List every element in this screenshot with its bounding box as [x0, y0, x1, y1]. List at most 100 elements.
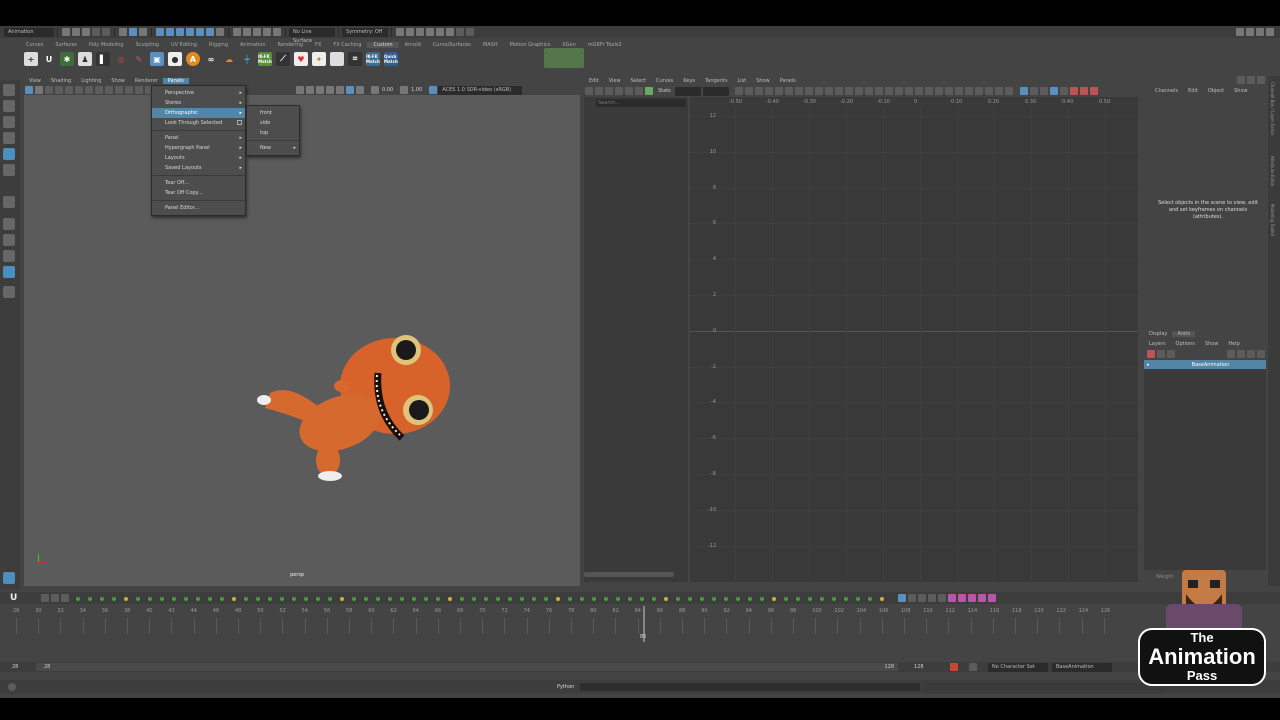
key-filter2-icon[interactable] [51, 594, 60, 602]
layer-tab-anim[interactable]: Anim [1172, 331, 1196, 337]
keyframe-marker[interactable] [328, 597, 333, 601]
graph-option3-icon[interactable] [1089, 87, 1098, 95]
graph-menu-select[interactable]: Select [626, 78, 651, 84]
playback-icon-d[interactable] [938, 594, 947, 602]
shelf-tab-poly-modeling[interactable]: Poly Modeling [83, 42, 130, 48]
layer-tab-display[interactable]: Display [1144, 331, 1172, 337]
keyframe-marker[interactable] [160, 597, 165, 601]
paint-select-icon[interactable] [3, 116, 15, 128]
select-surfaces-icon[interactable] [196, 28, 204, 36]
render-view-icon[interactable] [396, 28, 404, 36]
star-icon[interactable]: ✱ [60, 52, 74, 66]
layer-menu-layers[interactable]: Layers [1144, 341, 1171, 347]
keyframe-marker[interactable] [256, 597, 261, 601]
anim-layer-dropdown[interactable]: BaseAnimation [1052, 662, 1112, 672]
linear-extrap-icon[interactable] [964, 87, 973, 95]
keyframe-marker[interactable] [664, 597, 669, 601]
last-tool-icon[interactable] [3, 196, 15, 208]
keyframe-marker[interactable] [700, 597, 705, 601]
maya-logo-icon[interactable] [3, 572, 15, 584]
oscillate-icon[interactable] [954, 87, 963, 95]
keyframe-marker[interactable] [316, 597, 321, 601]
keyframe-marker[interactable] [880, 597, 885, 601]
stats-field-1[interactable] [674, 86, 701, 96]
graph-option-icon[interactable] [1069, 87, 1078, 95]
menu-item-panel-editor[interactable]: Panel Editor... [152, 203, 245, 213]
keyframe-marker[interactable] [772, 597, 777, 601]
playback-icon-b[interactable] [918, 594, 927, 602]
sphere-icon[interactable]: ● [168, 52, 182, 66]
keyframe-marker[interactable] [400, 597, 405, 601]
keyframe-marker[interactable] [496, 597, 501, 601]
pre-infinity-icon[interactable] [914, 87, 923, 95]
keyframe-marker[interactable] [100, 597, 105, 601]
graph-menu-show[interactable]: Show [751, 78, 775, 84]
menu-item-side[interactable]: side [247, 118, 299, 128]
anim-prefs-icon[interactable] [969, 663, 977, 671]
graph-menu-curves[interactable]: Curves [651, 78, 678, 84]
keyframe-marker[interactable] [508, 597, 513, 601]
shelf-tab-mgrfr-tools2[interactable]: mGRFr Tools2 [582, 42, 628, 48]
move-key-icon[interactable] [595, 87, 603, 95]
human-ik-icon[interactable]: ♟ [78, 52, 92, 66]
keyframe-marker[interactable] [832, 597, 837, 601]
cube-icon[interactable]: ▣ [150, 52, 164, 66]
gamma-value[interactable]: 1.00 [411, 87, 422, 93]
keyframe-marker[interactable] [724, 597, 729, 601]
layer-row-base-animation[interactable]: ▸ BaseAnimation [1144, 360, 1266, 369]
menu-item-stereo[interactable]: Stereo ▸ [152, 98, 245, 108]
keyframe-marker[interactable] [340, 597, 345, 601]
tween-icon[interactable]: ✎ [132, 52, 146, 66]
bookmark-icon[interactable] [45, 86, 53, 94]
keyframe-marker[interactable] [388, 597, 393, 601]
shelf-tab-rigging[interactable]: Rigging [203, 42, 234, 48]
layer-move-down-icon[interactable] [1237, 350, 1245, 358]
lasso-tool-icon[interactable] [3, 100, 15, 112]
help-icon[interactable] [8, 683, 16, 691]
keyframe-marker[interactable] [652, 597, 657, 601]
unify-tangent-icon[interactable] [844, 87, 853, 95]
layer-visibility-icon[interactable]: ▸ [1147, 362, 1155, 368]
keyframe-marker[interactable] [748, 597, 753, 601]
playback-icon-c[interactable] [928, 594, 937, 602]
keyframe-marker[interactable] [868, 597, 873, 601]
keyframe-marker[interactable] [448, 597, 453, 601]
channel-menu-channels[interactable]: Channels [1150, 88, 1183, 94]
workspace-icon[interactable] [1236, 28, 1244, 36]
plateau-tangent-icon[interactable] [824, 87, 833, 95]
cloud-icon[interactable]: ☁ [222, 52, 236, 66]
side-tab-modeling-toolkit[interactable]: Modeling Toolkit [1270, 204, 1275, 236]
node-editor-icon[interactable]: ⌗ [348, 52, 362, 66]
select-camera-icon[interactable] [25, 86, 33, 94]
blank-shelf-icon[interactable] [330, 52, 344, 66]
stop-icon[interactable] [466, 28, 474, 36]
open-scene-icon[interactable] [72, 28, 80, 36]
shelf-tab-arnold[interactable]: Arnold [399, 42, 427, 48]
keyframe-marker[interactable] [856, 597, 861, 601]
scale-tool-icon[interactable] [3, 164, 15, 176]
wireframe-icon[interactable] [135, 86, 143, 94]
hierarchy-select-icon[interactable] [119, 28, 127, 36]
ambient-occlusion-icon[interactable] [306, 86, 314, 94]
viewport-menu-show[interactable]: Show [106, 78, 130, 84]
image-plane-icon[interactable] [55, 86, 63, 94]
gamma-icon[interactable] [400, 86, 409, 94]
viewport-menu-panels[interactable]: Panels [162, 77, 189, 84]
menu-item-panel[interactable]: Panel ▸ [152, 133, 245, 143]
live-surface-dropdown[interactable]: No Live Surface [289, 27, 335, 44]
select-joints-icon[interactable] [176, 28, 184, 36]
constant-extrap-icon[interactable] [974, 87, 983, 95]
shelf-tab-motion-graphics[interactable]: Motion Graphics [504, 42, 557, 48]
lattice-icon[interactable] [615, 87, 623, 95]
playback-icon-h[interactable] [978, 594, 987, 602]
menu-item-front[interactable]: front [247, 108, 299, 118]
keyframe-marker[interactable] [712, 597, 717, 601]
keyframe-marker[interactable] [364, 597, 369, 601]
playback-icon-f[interactable] [958, 594, 967, 602]
time-snap-icon[interactable] [1029, 87, 1038, 95]
keyframe-marker[interactable] [208, 597, 213, 601]
snap-surface-icon[interactable] [273, 28, 281, 36]
move-tool-icon[interactable] [3, 132, 15, 144]
resolution-gate-icon[interactable] [85, 86, 93, 94]
shadows-icon[interactable] [296, 86, 304, 94]
